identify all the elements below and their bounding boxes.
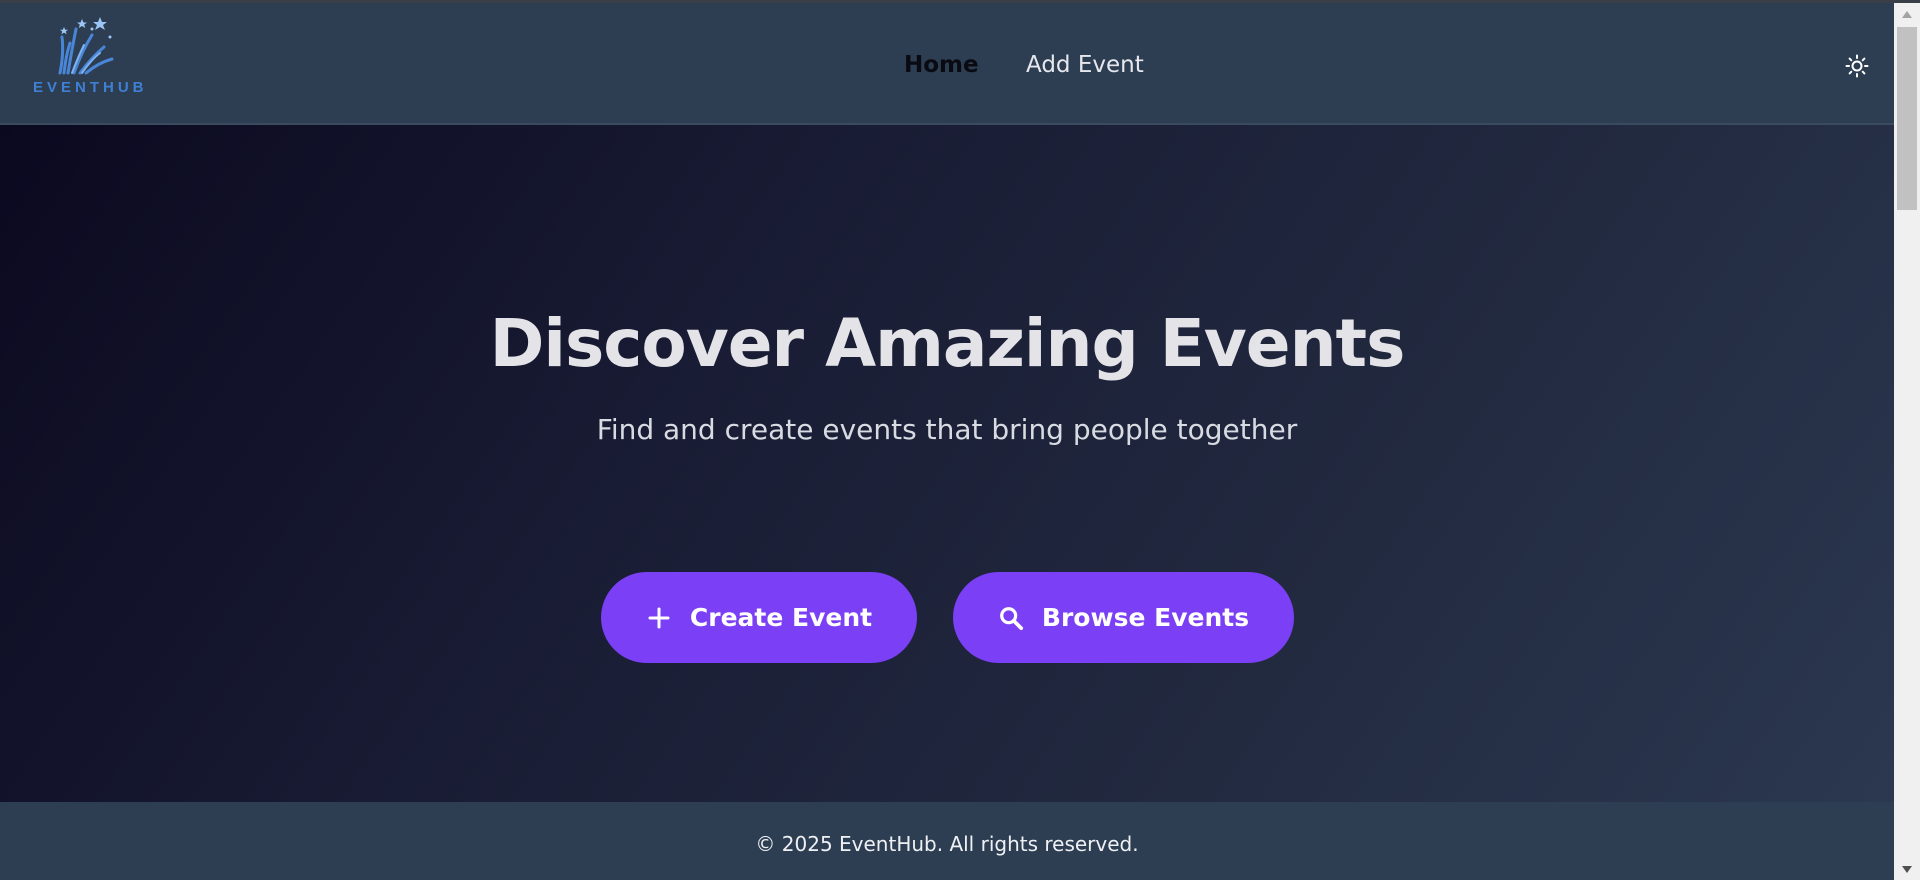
logo[interactable]: EVENTHUB	[30, 15, 144, 105]
navbar: EVENTHUB Home Add Event	[0, 3, 1894, 125]
fireworks-logo-icon	[58, 17, 114, 75]
hero-section: Discover Amazing Events Find and create …	[0, 125, 1894, 802]
plus-icon	[646, 605, 672, 631]
nav-item-add-event[interactable]: Add Event	[1026, 52, 1144, 78]
create-event-label: Create Event	[689, 603, 873, 632]
footer: © 2025 EventHub. All rights reserved.	[0, 802, 1894, 880]
browse-events-label: Browse Events	[1041, 603, 1250, 632]
scroll-up-arrow-icon[interactable]	[1894, 3, 1920, 25]
scrollbar-thumb[interactable]	[1897, 27, 1917, 210]
nav-item-home[interactable]: Home	[904, 52, 979, 78]
footer-copyright: © 2025 EventHub. All rights reserved.	[755, 832, 1139, 856]
hero-title: Discover Amazing Events	[489, 305, 1406, 382]
scroll-down-arrow-icon[interactable]	[1894, 858, 1920, 880]
hero-subtitle: Find and create events that bring people…	[596, 413, 1298, 446]
browse-events-button[interactable]: Browse Events	[953, 572, 1294, 663]
vertical-scrollbar[interactable]	[1894, 3, 1920, 880]
create-event-button[interactable]: Create Event	[601, 572, 917, 663]
sun-icon	[1845, 54, 1869, 78]
logo-text: EVENTHUB	[33, 79, 148, 96]
page: EVENTHUB Home Add Event Discover Amazing…	[0, 3, 1894, 880]
theme-toggle-button[interactable]	[1844, 53, 1870, 79]
search-icon	[998, 605, 1024, 631]
